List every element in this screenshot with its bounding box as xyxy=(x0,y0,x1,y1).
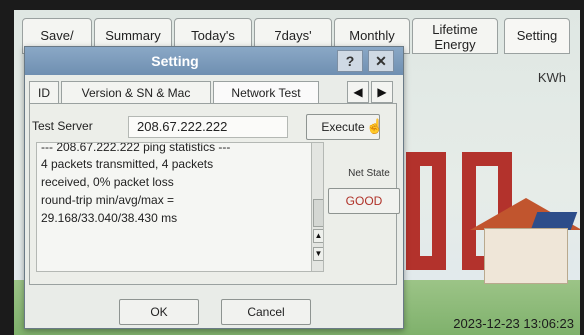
digit-segment xyxy=(432,152,446,270)
tab-lifetime-line1: Lifetime xyxy=(432,22,478,37)
ping-output: --- 208.67.222.222 ping statistics --- 4… xyxy=(36,142,324,272)
dialog-titlebar: Setting ? ✕ xyxy=(25,47,403,75)
tab-lifetime-energy[interactable]: Lifetime Energy xyxy=(412,18,498,54)
timestamp: 2023-12-23 13:06:23 xyxy=(453,316,574,331)
cancel-button[interactable]: Cancel xyxy=(221,299,311,325)
dialog-title: Setting xyxy=(151,53,199,69)
output-line: 4 packets transmitted, 4 packets xyxy=(41,157,214,171)
test-server-label: Test Server xyxy=(32,119,93,133)
setting-dialog: Setting ? ✕ ID Version & SN & Mac Networ… xyxy=(24,46,404,329)
tab-version-sn-mac[interactable]: Version & SN & Mac xyxy=(61,81,211,103)
digit-segment xyxy=(406,152,420,270)
output-line: 29.168/33.040/38.430 ms xyxy=(41,211,178,225)
scroll-thumb[interactable] xyxy=(313,199,323,227)
help-button[interactable]: ? xyxy=(337,50,363,72)
scroll-down-icon[interactable]: ▼ xyxy=(313,247,323,261)
output-scrollbar[interactable]: ▲ ▼ xyxy=(311,143,323,271)
tab-id[interactable]: ID xyxy=(29,81,59,103)
tab-next-arrow-icon[interactable]: ▶ xyxy=(371,81,393,103)
net-state-value: GOOD xyxy=(328,188,400,214)
unit-label: KWh xyxy=(537,70,566,85)
screen: Save/ Summary Today's 7days' Monthly Lif… xyxy=(14,10,580,335)
close-button[interactable]: ✕ xyxy=(368,50,394,72)
tab-network-test[interactable]: Network Test xyxy=(213,81,319,103)
net-state-label: Net State xyxy=(348,168,390,179)
scroll-up-icon[interactable]: ▲ xyxy=(313,229,323,243)
tab-lifetime-line2: Energy xyxy=(434,37,476,52)
test-server-input[interactable]: 208.67.222.222 xyxy=(128,116,288,138)
tab-prev-arrow-icon[interactable]: ◀ xyxy=(347,81,369,103)
house-icon xyxy=(484,228,568,284)
ok-button[interactable]: OK xyxy=(119,299,199,325)
tab-setting[interactable]: Setting xyxy=(504,18,570,54)
pointer-cursor-icon: ☝ xyxy=(366,118,384,134)
output-line: round-trip min/avg/max = xyxy=(41,193,175,207)
digit-segment xyxy=(406,256,446,270)
network-test-panel: Test Server 208.67.222.222 Execute ☝ ---… xyxy=(29,103,400,285)
output-line: received, 0% packet loss xyxy=(41,175,174,189)
output-line: --- 208.67.222.222 ping statistics --- xyxy=(41,142,231,154)
